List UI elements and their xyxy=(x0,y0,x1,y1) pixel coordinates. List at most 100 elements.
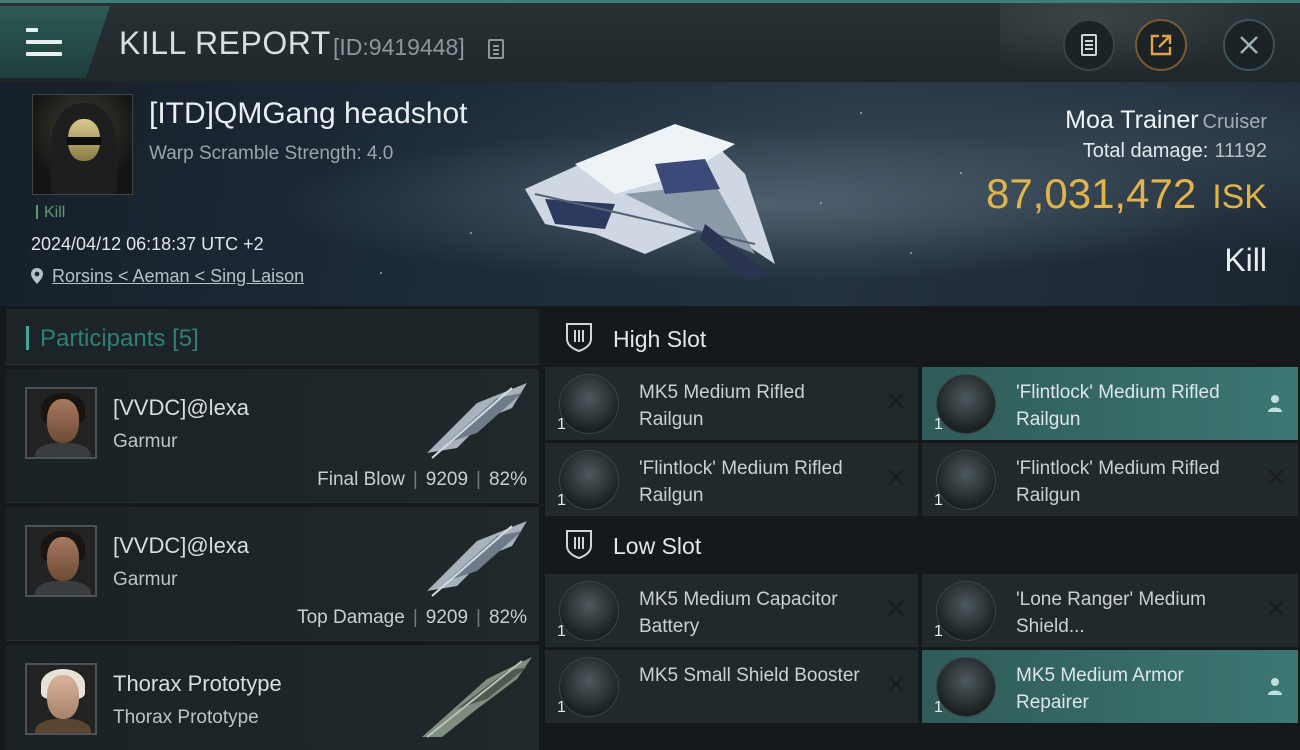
participant-name: Thorax Prototype xyxy=(113,671,282,696)
module-quantity: 1 xyxy=(934,623,943,640)
participant-stats: Top Damage | 9209 | 82% xyxy=(297,607,527,628)
isk-value: 87,031,472 ISK xyxy=(986,170,1267,218)
fitting-panel: High Slot 1 MK5 Medium Rifled Railgun 1 … xyxy=(545,309,1300,750)
page-title: KILL REPORT xyxy=(119,25,331,61)
module-slot[interactable]: 1 MK5 Medium Rifled Railgun xyxy=(545,367,918,440)
module-quantity: 1 xyxy=(557,492,566,509)
low-slot-grid: 1 MK5 Medium Capacitor Battery 1 'Lone R… xyxy=(545,574,1300,723)
kill-datetime: 2024/04/12 06:18:37 UTC +2 xyxy=(31,234,264,254)
shield-booster-icon xyxy=(559,657,619,717)
high-slot-grid: 1 MK5 Medium Rifled Railgun 1 'Flintlock… xyxy=(545,367,1300,516)
total-damage: Total damage: 11192 xyxy=(1083,140,1267,163)
top-bar: KILL REPORT [ID:9419448] xyxy=(0,0,1300,85)
destroyed-icon xyxy=(888,600,904,616)
destroyed-icon xyxy=(1268,600,1284,616)
participant-name: [VVDC]@lexa xyxy=(113,533,250,558)
module-slot[interactable]: 1 MK5 Small Shield Booster xyxy=(545,650,918,723)
low-slot-icon xyxy=(566,530,592,560)
menu-icon xyxy=(26,28,62,56)
module-name: 'Flintlock' Medium Rifled Railgun xyxy=(1016,458,1220,506)
participant-ship: Garmur xyxy=(113,431,178,452)
module-slot[interactable]: 1 'Lone Ranger' Medium Shield... xyxy=(922,574,1298,647)
location-link[interactable]: Rorsins < Aeman < Sing Laison xyxy=(52,266,304,286)
module-name: MK5 Medium Armor Repairer xyxy=(1016,665,1184,713)
share-button[interactable] xyxy=(1135,19,1187,71)
railgun-icon xyxy=(559,450,619,510)
participant-avatar[interactable] xyxy=(25,663,97,735)
participants-title: Participants [5] xyxy=(40,325,199,352)
module-quantity: 1 xyxy=(934,416,943,433)
railgun-icon xyxy=(559,374,619,434)
victim-name[interactable]: [ITD]QMGang headshot xyxy=(149,97,468,131)
module-name: MK5 Small Shield Booster xyxy=(639,665,860,686)
close-button[interactable] xyxy=(1223,19,1275,71)
report-icon xyxy=(1081,34,1097,56)
participant-ship-render xyxy=(427,383,527,459)
module-name: MK5 Medium Rifled Railgun xyxy=(639,382,805,430)
participant-row[interactable]: [VVDC]@lexa Garmur Final Blow | 9209 | 82% xyxy=(6,369,539,503)
participants-header[interactable]: Participants [5] xyxy=(6,309,539,365)
high-slot-header: High Slot xyxy=(545,309,1300,367)
module-name: 'Flintlock' Medium Rifled Railgun xyxy=(639,458,843,506)
module-quantity: 1 xyxy=(557,699,566,716)
isk-amount: 87,031,472 xyxy=(985,170,1197,217)
isk-unit: ISK xyxy=(1212,178,1267,216)
module-name: 'Lone Ranger' Medium Shield... xyxy=(1016,589,1206,637)
menu-button[interactable] xyxy=(0,6,110,78)
participant-ship-render xyxy=(422,657,532,738)
module-quantity: 1 xyxy=(934,699,943,716)
participant-name: [VVDC]@lexa xyxy=(113,395,250,420)
participant-avatar[interactable] xyxy=(25,525,97,597)
high-slot-label: High Slot xyxy=(613,326,707,352)
module-quantity: 1 xyxy=(934,492,943,509)
kill-location[interactable]: Rorsins < Aeman < Sing Laison xyxy=(30,266,304,287)
participant-row[interactable]: [VVDC]@lexa Garmur Top Damage | 9209 | 82% xyxy=(6,507,539,641)
victim-ship-name: Moa Trainer xyxy=(1065,106,1199,134)
low-slot-header: Low Slot xyxy=(545,516,1300,574)
module-name: 'Flintlock' Medium Rifled Railgun xyxy=(1016,382,1220,430)
victim-portrait[interactable] xyxy=(32,94,133,195)
participant-ship-render xyxy=(427,521,527,597)
participant-avatar[interactable] xyxy=(25,387,97,459)
participant-stats: Final Blow | 9209 | 82% xyxy=(317,469,527,490)
participant-damage: 9209 xyxy=(425,607,469,628)
close-icon xyxy=(1240,36,1258,54)
module-slot[interactable]: 1 'Flintlock' Medium Rifled Railgun xyxy=(922,443,1298,516)
railgun-icon xyxy=(936,450,996,510)
location-pin-icon xyxy=(31,268,43,284)
participant-row[interactable]: Thorax Prototype Thorax Prototype xyxy=(6,645,539,750)
report-button[interactable] xyxy=(1063,19,1115,71)
participants-count: [5] xyxy=(172,325,199,352)
high-slot-icon xyxy=(566,323,592,353)
participants-panel: Participants [5] [VVDC]@lexa Garmur Fina… xyxy=(6,309,539,750)
low-slot-label: Low Slot xyxy=(613,533,702,559)
kill-id: [ID:9419448] xyxy=(333,34,465,60)
destroyed-icon xyxy=(1268,469,1284,485)
participant-role: Top Damage xyxy=(297,607,405,628)
victim-ship[interactable]: Moa Trainer Cruiser xyxy=(1065,106,1267,135)
module-quantity: 1 xyxy=(557,416,566,433)
railgun-icon xyxy=(936,374,996,434)
share-icon xyxy=(1150,34,1172,56)
module-slot[interactable]: 1 'Flintlock' Medium Rifled Railgun xyxy=(922,367,1298,440)
module-quantity: 1 xyxy=(557,623,566,640)
participant-percent: 82% xyxy=(488,469,527,490)
warp-scramble-strength: Warp Scramble Strength: 4.0 xyxy=(149,143,394,164)
kill-summary: [ITD]QMGang headshot Warp Scramble Stren… xyxy=(0,82,1300,306)
dropped-icon xyxy=(1268,678,1282,695)
destroyed-icon xyxy=(888,393,904,409)
kill-tag: Kill xyxy=(36,204,65,222)
destroyed-icon xyxy=(888,469,904,485)
victim-ship-class: Cruiser xyxy=(1202,111,1267,133)
module-slot[interactable]: 1 MK5 Medium Armor Repairer xyxy=(922,650,1298,723)
participant-ship: Garmur xyxy=(113,569,178,590)
kill-result: Kill xyxy=(1224,242,1267,278)
module-slot[interactable]: 1 'Flintlock' Medium Rifled Railgun xyxy=(545,443,918,516)
participant-role: Final Blow xyxy=(317,469,405,490)
shield-extender-icon xyxy=(936,581,996,641)
module-slot[interactable]: 1 MK5 Medium Capacitor Battery xyxy=(545,574,918,647)
copy-icon[interactable] xyxy=(488,39,504,59)
armor-repairer-icon xyxy=(936,657,996,717)
total-damage-label: Total damage: xyxy=(1082,140,1209,162)
participant-ship: Thorax Prototype xyxy=(113,707,259,728)
